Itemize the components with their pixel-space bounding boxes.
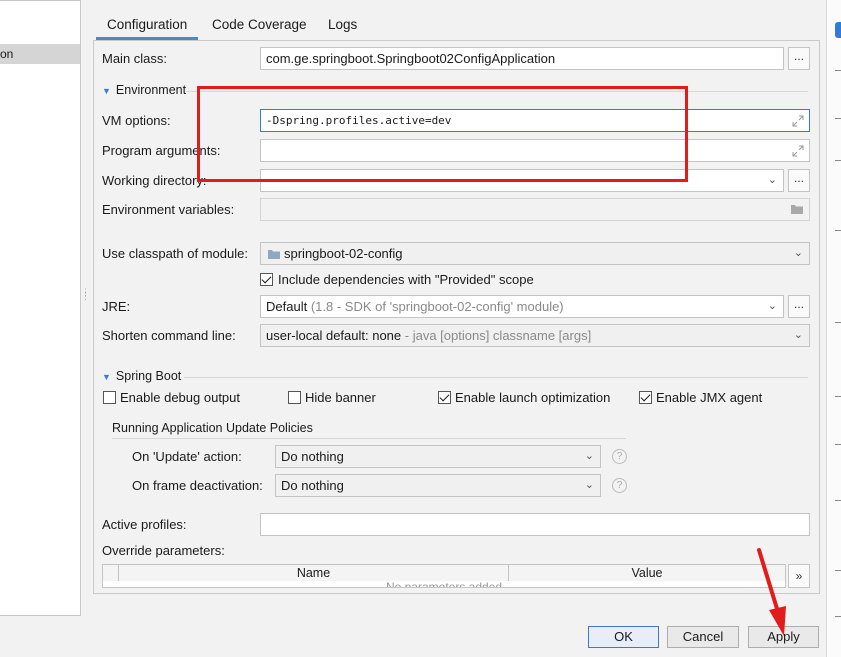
classpath-module-combo[interactable]: springboot-02-config ⌄: [260, 242, 810, 265]
jre-combo[interactable]: Default (1.8 - SDK of 'springboot-02-con…: [260, 295, 784, 318]
empty-table-text: No parameters added: [385, 580, 503, 588]
chevron-down-icon: ⌄: [767, 300, 777, 312]
tab-code-coverage[interactable]: Code Coverage: [212, 14, 307, 40]
shorten-command-combo[interactable]: user-local default: none - java [options…: [260, 324, 810, 347]
enable-debug-label: Enable debug output: [120, 390, 240, 405]
jre-label: JRE:: [102, 299, 131, 314]
environment-section-header[interactable]: ▼ Environment: [102, 83, 186, 97]
main-class-browse-button[interactable]: ...: [788, 47, 810, 70]
active-profiles-field[interactable]: [260, 513, 810, 536]
jre-browse-button[interactable]: ...: [788, 295, 810, 318]
vm-options-label: VM options:: [102, 113, 171, 128]
module-folder-icon: [268, 250, 280, 259]
chevron-down-icon: ⌄: [584, 450, 594, 462]
jmx-agent-label: Enable JMX agent: [656, 390, 763, 405]
hide-banner-label: Hide banner: [305, 390, 376, 405]
right-edge-strip: [826, 0, 841, 657]
column-header-name[interactable]: Name: [119, 565, 509, 581]
include-provided-checkbox[interactable]: [260, 273, 273, 286]
ok-button[interactable]: OK: [588, 626, 659, 648]
working-directory-label: Working directory:: [102, 173, 207, 188]
launch-optimization-label: Enable launch optimization: [455, 390, 611, 405]
help-icon[interactable]: ?: [612, 449, 627, 464]
expand-icon[interactable]: [792, 145, 804, 157]
enable-debug-checkbox[interactable]: [103, 391, 116, 404]
help-icon[interactable]: ?: [612, 478, 627, 493]
tree-selected-item[interactable]: on: [0, 44, 80, 64]
on-frame-label: On frame deactivation:: [132, 478, 263, 493]
config-tree-panel: [0, 0, 81, 616]
chevron-down-icon: ⌄: [767, 174, 777, 186]
on-update-combo[interactable]: Do nothing ⌄: [275, 445, 601, 468]
spring-boot-section-header[interactable]: ▼ Spring Boot: [102, 369, 181, 383]
classpath-module-label: Use classpath of module:: [102, 246, 248, 261]
chevron-down-icon: ⌄: [793, 329, 803, 341]
column-header-value[interactable]: Value: [509, 565, 785, 581]
folder-icon[interactable]: [790, 203, 804, 215]
annotation-rectangle: [197, 86, 688, 182]
launch-optimization-checkbox[interactable]: [438, 391, 451, 404]
on-frame-combo[interactable]: Do nothing ⌄: [275, 474, 601, 497]
override-parameters-label: Override parameters:: [102, 543, 225, 558]
main-class-field[interactable]: com.ge.springboot.Springboot02ConfigAppl…: [260, 47, 784, 70]
override-parameters-table[interactable]: Name Value No parameters added: [102, 564, 786, 588]
main-class-label: Main class:: [102, 51, 168, 66]
table-row-header: [103, 565, 119, 581]
update-policies-header: Running Application Update Policies: [112, 421, 313, 435]
chevron-down-icon: ⌄: [793, 247, 803, 259]
collapse-triangle-icon: ▼: [102, 86, 111, 96]
section-divider: [112, 438, 626, 439]
tab-configuration[interactable]: Configuration: [96, 14, 198, 40]
include-provided-label: Include dependencies with "Provided" sco…: [278, 272, 534, 287]
collapse-triangle-icon: ▼: [102, 372, 111, 382]
hide-banner-checkbox[interactable]: [288, 391, 301, 404]
on-update-label: On 'Update' action:: [132, 449, 242, 464]
tab-logs[interactable]: Logs: [328, 14, 357, 40]
active-profiles-label: Active profiles:: [102, 517, 187, 532]
cancel-button[interactable]: Cancel: [667, 626, 739, 648]
jmx-agent-checkbox[interactable]: [639, 391, 652, 404]
working-directory-browse-button[interactable]: ...: [788, 169, 810, 192]
expand-icon[interactable]: [792, 115, 804, 127]
blue-marker-icon: [835, 22, 841, 38]
shorten-command-label: Shorten command line:: [102, 328, 236, 343]
environment-variables-field[interactable]: [260, 198, 810, 221]
chevron-down-icon: ⌄: [584, 479, 594, 491]
splitter-handle[interactable]: ⋮ ⋮: [81, 288, 90, 301]
section-divider: [184, 377, 808, 378]
environment-variables-label: Environment variables:: [102, 202, 235, 217]
annotation-arrow-icon: [757, 548, 786, 636]
